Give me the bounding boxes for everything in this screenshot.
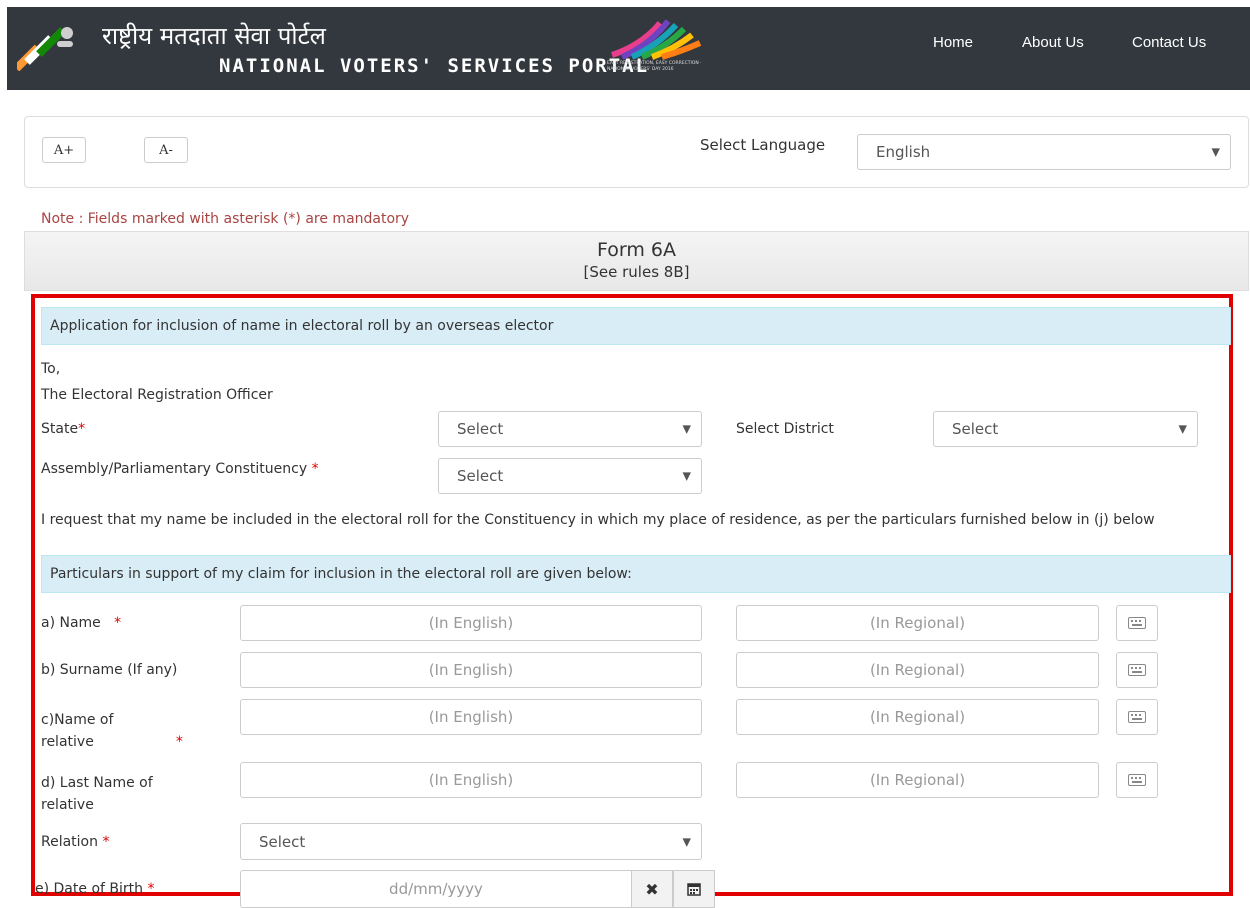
keyboard-icon [1128, 711, 1146, 723]
calendar-icon [687, 883, 701, 896]
name-label: a) Name * [41, 615, 122, 631]
relative-last-name-regional-input[interactable]: (In Regional) [736, 762, 1099, 798]
voter-logo-icon [17, 27, 73, 71]
request-text: I request that my name be included in th… [41, 512, 1155, 528]
language-select[interactable]: English ▼ [857, 134, 1231, 170]
surname-regional-input[interactable]: (In Regional) [736, 652, 1099, 688]
relative-name-keyboard-button[interactable] [1116, 699, 1158, 735]
voters-day-logo: EASY REGISTRATION, EASY CORRECTION · NAT… [602, 15, 712, 85]
constituency-select[interactable]: Select ▼ [438, 458, 702, 494]
dob-input[interactable]: dd/mm/yyyy [240, 870, 632, 908]
to-text: To, [41, 361, 61, 377]
relation-select[interactable]: Select ▼ [240, 823, 702, 860]
keyboard-icon [1128, 617, 1146, 629]
form-title: Form 6A [597, 239, 676, 261]
highlight-box [31, 294, 1233, 896]
relative-name-regional-input[interactable]: (In Regional) [736, 699, 1099, 735]
close-icon: ✖ [645, 879, 659, 899]
chevron-down-icon: ▼ [682, 835, 691, 848]
font-increase-button[interactable]: A+ [42, 137, 86, 163]
relative-last-name-label: d) Last Name of relative [41, 775, 153, 813]
mandatory-note: Note : Fields marked with asterisk (*) a… [41, 211, 410, 227]
site-header: राष्ट्रीय मतदाता सेवा पोर्टल NATIONAL VO… [7, 7, 1250, 90]
name-keyboard-button[interactable] [1116, 605, 1158, 641]
chevron-down-icon: ▼ [1178, 422, 1187, 436]
dob-clear-button[interactable]: ✖ [631, 870, 673, 908]
addressee-text: The Electoral Registration Officer [41, 387, 273, 403]
keyboard-icon [1128, 664, 1146, 676]
form-heading: Form 6A [See rules 8B] [24, 231, 1249, 291]
form-subtitle: [See rules 8B] [583, 263, 690, 281]
keyboard-icon [1128, 774, 1146, 786]
particulars-heading: Particulars in support of my claim for i… [41, 555, 1231, 593]
chevron-down-icon: ▼ [1211, 145, 1220, 159]
relative-last-name-keyboard-button[interactable] [1116, 762, 1158, 798]
constituency-label: Assembly/Parliamentary Constituency * [41, 461, 319, 477]
surname-keyboard-button[interactable] [1116, 652, 1158, 688]
chevron-down-icon: ▼ [682, 469, 691, 483]
district-select[interactable]: Select ▼ [933, 411, 1198, 447]
language-label: Select Language [700, 136, 826, 154]
language-select-value: English [876, 143, 931, 161]
voters-day-caption: EASY REGISTRATION, EASY CORRECTION · NAT… [607, 61, 702, 72]
surname-label: b) Surname (If any) [41, 662, 178, 678]
nav-contact-link[interactable]: Contact Us [1132, 34, 1206, 51]
state-label: State* [41, 421, 86, 437]
nav-about-link[interactable]: About Us [1022, 34, 1084, 51]
accessibility-toolbar: A+ A- Select Language English ▼ [24, 116, 1249, 188]
name-regional-input[interactable]: (In Regional) [736, 605, 1099, 641]
relative-name-label: c)Name of relative * [41, 712, 183, 750]
district-label: Select District [736, 421, 834, 437]
chevron-down-icon: ▼ [682, 422, 691, 436]
font-decrease-button[interactable]: A- [144, 137, 188, 163]
portal-hindi-title: राष्ट्रीय मतदाता सेवा पोर्टल [102, 22, 326, 50]
nav-home-link[interactable]: Home [933, 34, 973, 51]
dob-label: e) Date of Birth * [35, 881, 155, 897]
relative-last-name-english-input[interactable]: (In English) [240, 762, 702, 798]
surname-english-input[interactable]: (In English) [240, 652, 702, 688]
dob-calendar-button[interactable] [673, 870, 715, 908]
name-english-input[interactable]: (In English) [240, 605, 702, 641]
relation-label: Relation * [41, 834, 110, 850]
portal-english-title: NATIONAL VOTERS' SERVICES PORTAL [219, 55, 650, 77]
relative-name-english-input[interactable]: (In English) [240, 699, 702, 735]
application-heading: Application for inclusion of name in ele… [41, 307, 1231, 345]
voters-day-hands-icon [611, 19, 702, 60]
state-select[interactable]: Select ▼ [438, 411, 702, 447]
